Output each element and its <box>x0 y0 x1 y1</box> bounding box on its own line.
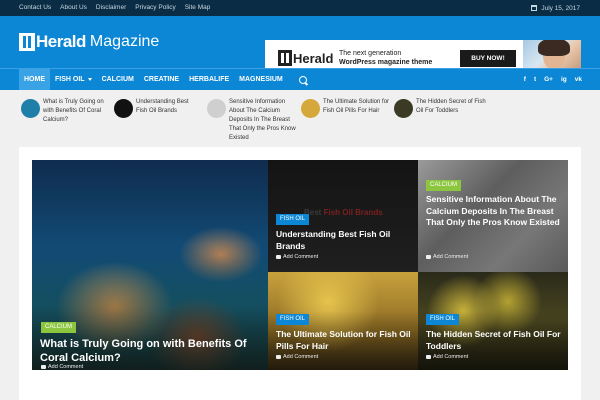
image-text: Best Fish Oil Brands <box>304 208 383 217</box>
ticker-title: What is Truly Going on with Benefits Of … <box>43 99 104 123</box>
featured-grid: CALCIUM What is Truly Going on with Bene… <box>19 147 581 400</box>
ticker-item[interactable]: Understanding Best Fish Oil Brands <box>114 98 199 118</box>
comment-link[interactable]: Add Comment <box>426 354 468 360</box>
post-title[interactable]: Sensitive Information About The Calcium … <box>426 194 564 229</box>
comment-label: Add Comment <box>283 254 319 260</box>
comment-icon <box>41 365 46 369</box>
category-badge[interactable]: FISH OIL <box>426 314 460 325</box>
top-link-disclaimer[interactable]: Disclaimer <box>96 0 126 16</box>
ad-tagline: The next generation WordPress magazine t… <box>339 49 449 67</box>
category-badge[interactable]: CALCIUM <box>41 322 77 333</box>
nav-item-fish-oil[interactable]: FISH OIL <box>50 69 97 90</box>
ticker-title: The Ultimate Solution for Fish Oil Pills… <box>323 99 390 114</box>
current-date: July 15, 2017 <box>531 0 580 16</box>
nav-item-home[interactable]: HOME <box>19 69 50 90</box>
facebook-icon[interactable]: f <box>524 76 526 83</box>
comment-icon <box>276 355 281 359</box>
ad-logo-mark-icon <box>278 50 292 66</box>
logo-mark-icon <box>19 33 35 51</box>
search-icon <box>298 75 307 84</box>
nav-items: HOME FISH OIL CALCIUM CREATINE HERBALIFE… <box>19 69 312 90</box>
top-link-contact[interactable]: Contact Us <box>19 0 51 16</box>
category-badge[interactable]: FISH OIL <box>276 214 310 225</box>
vk-icon[interactable]: vk <box>575 76 582 83</box>
comment-link[interactable]: Add Comment <box>426 254 468 260</box>
nav-item-label: HOME <box>24 76 45 83</box>
ad-tagline-line2: WordPress magazine theme <box>339 59 433 66</box>
post-title[interactable]: Understanding Best Fish Oil Brands <box>276 228 411 252</box>
twitter-icon[interactable]: t <box>534 76 536 83</box>
ad-tagline-line1: The next generation <box>339 50 402 57</box>
ticker-item[interactable]: The Hidden Secret of Fish Oil For Toddle… <box>394 98 486 118</box>
ticker-thumbnail <box>207 99 226 118</box>
featured-post-large[interactable]: CALCIUM What is Truly Going on with Bene… <box>32 160 268 370</box>
ticker-thumbnail <box>21 99 40 118</box>
top-bar: Contact Us About Us Disclaimer Privacy P… <box>0 0 600 16</box>
instagram-icon[interactable]: ig <box>561 76 567 83</box>
featured-post[interactable]: FISH OIL The Ultimate Solution for Fish … <box>268 272 418 370</box>
date-text: July 15, 2017 <box>541 4 580 12</box>
featured-post[interactable]: FISH OIL The Hidden Secret of Fish Oil F… <box>418 272 568 370</box>
ad-logo: Herald <box>278 50 333 66</box>
category-badge[interactable]: CALCIUM <box>426 180 462 191</box>
comment-label: Add Comment <box>433 354 469 360</box>
ticker-thumbnail <box>114 99 133 118</box>
nav-item-herbalife[interactable]: HERBALIFE <box>184 69 234 90</box>
ad-brand: Herald <box>293 50 334 66</box>
comment-label: Add Comment <box>433 254 469 260</box>
google-plus-icon[interactable]: G+ <box>544 76 553 83</box>
nav-item-calcium[interactable]: CALCIUM <box>97 69 139 90</box>
main-nav: HOME FISH OIL CALCIUM CREATINE HERBALIFE… <box>0 68 600 90</box>
top-link-privacy[interactable]: Privacy Policy <box>135 0 175 16</box>
nav-search[interactable] <box>288 69 312 90</box>
featured-ticker: What is Truly Going on with Benefits Of … <box>0 90 600 141</box>
category-badge[interactable]: FISH OIL <box>276 314 310 325</box>
post-title[interactable]: The Hidden Secret of Fish Oil For Toddle… <box>426 328 561 352</box>
comment-link[interactable]: Add Comment <box>276 354 318 360</box>
ticker-title: Sensitive Information About The Calcium … <box>229 99 296 141</box>
comment-link[interactable]: Add Comment <box>41 364 83 370</box>
top-link-sitemap[interactable]: Site Map <box>185 0 211 16</box>
buy-now-button[interactable]: BUY NOW! <box>460 50 516 67</box>
top-link-about[interactable]: About Us <box>60 0 87 16</box>
featured-post[interactable]: CALCIUM Sensitive Information About The … <box>418 160 568 272</box>
top-links: Contact Us About Us Disclaimer Privacy P… <box>19 0 219 16</box>
logo-text-herald: Herald <box>36 32 86 51</box>
nav-item-label: CALCIUM <box>101 76 134 83</box>
nav-item-label: FISH OIL <box>55 76 85 83</box>
post-title[interactable]: The Ultimate Solution for Fish Oil Pills… <box>276 328 411 352</box>
nav-item-label: HERBALIFE <box>189 76 230 83</box>
ticker-item[interactable]: The Ultimate Solution for Fish Oil Pills… <box>301 98 393 118</box>
ticker-title: Understanding Best Fish Oil Brands <box>136 99 189 114</box>
logo-text-magazine: Magazine <box>89 33 160 50</box>
comment-link[interactable]: Add Comment <box>276 254 318 260</box>
ticker-title: The Hidden Secret of Fish Oil For Toddle… <box>416 99 486 114</box>
comment-label: Add Comment <box>283 354 319 360</box>
ticker-item[interactable]: What is Truly Going on with Benefits Of … <box>21 98 111 125</box>
post-title[interactable]: What is Truly Going on with Benefits Of … <box>40 337 260 365</box>
comment-icon <box>276 255 281 259</box>
comment-icon <box>426 355 431 359</box>
calendar-icon <box>531 5 538 11</box>
image-text-brands: Fish Oil Brands <box>323 208 383 217</box>
chevron-down-icon <box>87 78 92 81</box>
site-logo[interactable]: Herald Magazine <box>19 32 159 52</box>
nav-item-magnesium[interactable]: MAGNESIUM <box>234 69 288 90</box>
comment-icon <box>426 255 431 259</box>
featured-post[interactable]: Best Fish Oil Brands FISH OIL Understand… <box>268 160 418 272</box>
nav-item-label: CREATINE <box>143 76 180 83</box>
comment-label: Add Comment <box>48 364 84 370</box>
nav-item-creatine[interactable]: CREATINE <box>139 69 184 90</box>
ticker-thumbnail <box>301 99 320 118</box>
ticker-thumbnail <box>394 99 413 118</box>
social-links: f t G+ ig vk <box>516 69 582 90</box>
site-header: Herald Magazine Herald The next generati… <box>0 16 600 78</box>
ticker-item[interactable]: Sensitive Information About The Calcium … <box>207 98 299 143</box>
ad-photo-hair <box>538 40 570 56</box>
nav-item-label: MAGNESIUM <box>239 76 283 83</box>
